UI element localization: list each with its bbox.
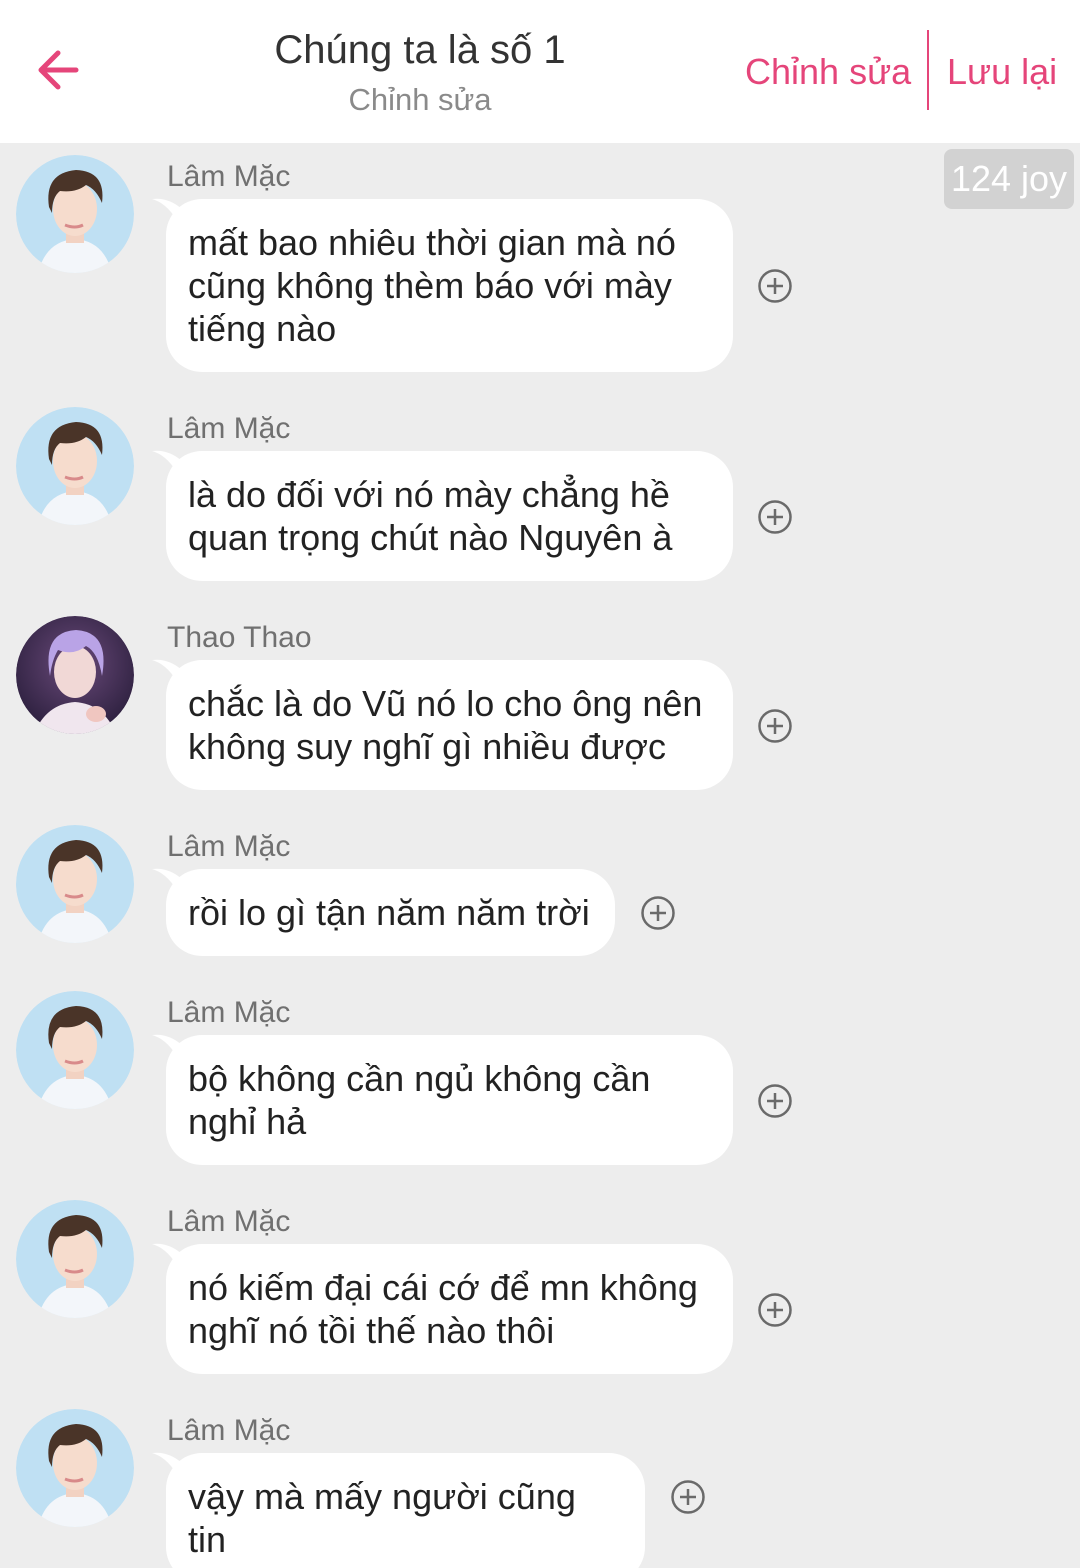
add-reaction-icon[interactable] bbox=[757, 708, 793, 744]
top-bar: Chúng ta là số 1 Chỉnh sửa Chỉnh sửa Lưu… bbox=[0, 0, 1080, 143]
title-block: Chúng ta là số 1 Chỉnh sửa bbox=[200, 24, 640, 121]
sender-name: Lâm Mặc bbox=[167, 830, 291, 863]
add-reaction-icon[interactable] bbox=[670, 1479, 706, 1515]
add-reaction-icon[interactable] bbox=[757, 268, 793, 304]
sender-name: Lâm Mặc bbox=[167, 996, 291, 1029]
save-button[interactable]: Lưu lại bbox=[947, 48, 1057, 96]
chat-area[interactable]: 124 joy Lâm Mặc mất bao nhiêu thời gian … bbox=[0, 143, 1080, 1568]
avatar[interactable] bbox=[16, 407, 134, 525]
edit-button[interactable]: Chỉnh sửa bbox=[745, 48, 911, 96]
avatar[interactable] bbox=[16, 1409, 134, 1527]
add-reaction-icon[interactable] bbox=[757, 1083, 793, 1119]
message-bubble[interactable]: chắc là do Vũ nó lo cho ông nên không su… bbox=[166, 660, 733, 790]
sender-name: Lâm Mặc bbox=[167, 1205, 291, 1238]
avatar-thao-thao-image bbox=[16, 616, 134, 734]
page-title: Chúng ta là số 1 bbox=[274, 28, 566, 72]
sender-name: Lâm Mặc bbox=[167, 160, 291, 193]
avatar-lam-mac-image bbox=[16, 407, 134, 525]
avatar-lam-mac-image bbox=[16, 991, 134, 1109]
message-bubble[interactable]: bộ không cần ngủ không cần nghỉ hả bbox=[166, 1035, 733, 1165]
add-reaction-icon[interactable] bbox=[757, 1292, 793, 1328]
avatar[interactable] bbox=[16, 1200, 134, 1318]
message-bubble[interactable]: là do đối với nó mày chẳng hề quan trọng… bbox=[166, 451, 733, 581]
avatar[interactable] bbox=[16, 825, 134, 943]
sender-name: Thao Thao bbox=[167, 621, 312, 654]
back-arrow-icon[interactable] bbox=[28, 40, 88, 100]
sender-name: Lâm Mặc bbox=[167, 1414, 291, 1447]
message-bubble[interactable]: rồi lo gì tận năm năm trời bbox=[166, 869, 615, 956]
add-reaction-icon[interactable] bbox=[757, 499, 793, 535]
add-reaction-icon[interactable] bbox=[640, 895, 676, 931]
page-subtitle: Chỉnh sửa bbox=[348, 82, 492, 117]
avatar-lam-mac-image bbox=[16, 1200, 134, 1318]
sender-name: Lâm Mặc bbox=[167, 412, 291, 445]
message-bubble[interactable]: vậy mà mấy người cũng tin bbox=[166, 1453, 645, 1568]
avatar[interactable] bbox=[16, 616, 134, 734]
avatar-lam-mac-image bbox=[16, 155, 134, 273]
message-bubble[interactable]: mất bao nhiêu thời gian mà nó cũng không… bbox=[166, 199, 733, 372]
avatar-lam-mac-image bbox=[16, 1409, 134, 1527]
header-divider bbox=[927, 30, 929, 110]
avatar[interactable] bbox=[16, 991, 134, 1109]
message-bubble[interactable]: nó kiếm đại cái cớ để mn không nghĩ nó t… bbox=[166, 1244, 733, 1374]
avatar-lam-mac-image bbox=[16, 825, 134, 943]
avatar[interactable] bbox=[16, 155, 134, 273]
joy-badge: 124 joy bbox=[944, 149, 1074, 209]
